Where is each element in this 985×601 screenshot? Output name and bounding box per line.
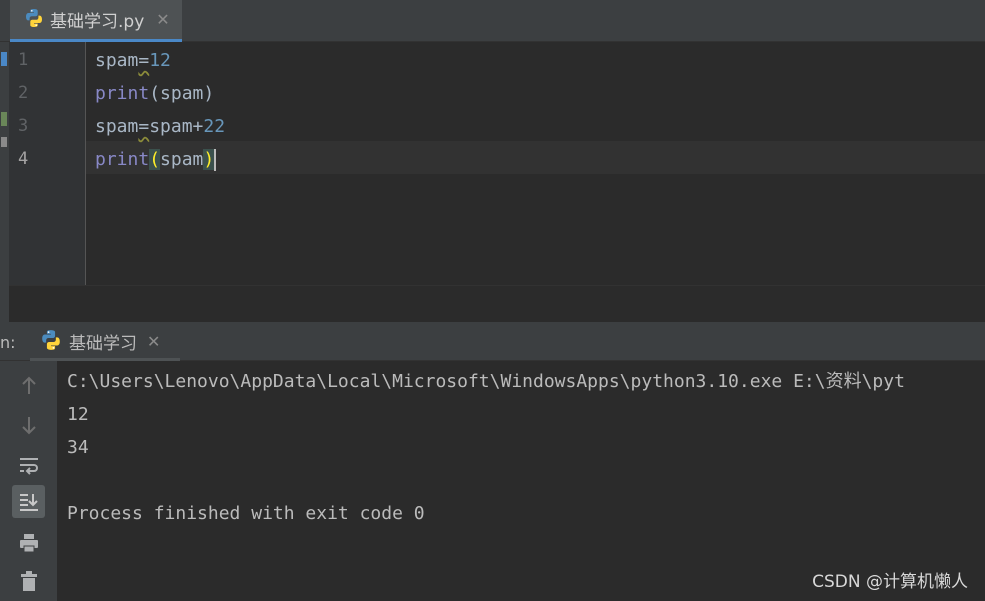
code-line[interactable]: spam=12 <box>95 44 171 77</box>
code-token: print <box>95 83 150 104</box>
soft-wrap-icon[interactable] <box>12 448 45 481</box>
run-window-title: n: <box>0 333 16 352</box>
code-token: ( <box>149 83 161 104</box>
editor-tab-bar: 基础学习.py ✕ <box>0 0 985 42</box>
scroll-to-end-icon[interactable] <box>12 485 45 518</box>
code-token: ) <box>203 149 215 170</box>
code-token: spam <box>95 50 139 71</box>
fold-marker[interactable] <box>1 137 7 147</box>
console-line: C:\Users\Lenovo\AppData\Local\Microsoft\… <box>67 371 905 392</box>
left-tool-strip <box>0 42 9 322</box>
code-line[interactable]: print(spam) <box>95 77 214 110</box>
code-token: = <box>138 50 150 71</box>
line-number-current: 4 <box>18 149 29 169</box>
code-token: print <box>95 149 150 170</box>
line-number: 3 <box>18 116 29 136</box>
tab-run-config[interactable]: 基础学习 ✕ <box>30 325 180 361</box>
code-line[interactable]: spam=spam+22 <box>95 110 225 143</box>
trash-icon[interactable] <box>12 564 45 597</box>
code-token: ( <box>149 149 161 170</box>
tab-file-label: 基础学习.py <box>50 12 145 32</box>
up-arrow-icon[interactable] <box>12 369 45 402</box>
code-token: = <box>138 116 150 137</box>
run-console-output[interactable]: C:\Users\Lenovo\AppData\Local\Microsoft\… <box>57 361 985 601</box>
code-editor[interactable]: 1 2 3 4 spam=12 print(spam) spam=spam+22… <box>9 42 985 285</box>
run-tool-header: n: 基础学习 ✕ <box>0 325 985 361</box>
bookmark-marker[interactable] <box>1 112 7 126</box>
console-line: Process finished with exit code 0 <box>67 503 425 524</box>
current-line-highlight <box>86 141 985 174</box>
code-token: 12 <box>149 50 171 71</box>
line-number: 1 <box>18 50 29 70</box>
python-file-icon <box>24 8 44 32</box>
close-icon[interactable]: ✕ <box>147 332 160 351</box>
tab-file[interactable]: 基础学习.py ✕ <box>10 0 182 42</box>
code-token: spam <box>160 149 204 170</box>
down-arrow-icon[interactable] <box>12 408 45 441</box>
code-token: ) <box>203 83 215 104</box>
run-toolbar <box>0 361 57 601</box>
console-line: 12 <box>67 404 89 425</box>
code-token: spam <box>95 116 139 137</box>
code-token: 22 <box>203 116 226 137</box>
code-token: spam <box>160 83 204 104</box>
watermark: CSDN @计算机懒人 <box>812 572 968 592</box>
close-icon[interactable]: ✕ <box>156 10 169 29</box>
structure-marker[interactable] <box>1 52 7 66</box>
code-token: spam+ <box>149 116 204 137</box>
line-number-gutter: 1 2 3 4 <box>9 42 86 285</box>
run-tab-label: 基础学习 <box>69 334 137 354</box>
text-caret <box>214 149 217 171</box>
editor-empty-area[interactable] <box>9 285 985 322</box>
console-line: 34 <box>67 437 89 458</box>
print-icon[interactable] <box>12 526 45 559</box>
python-file-icon <box>40 329 62 355</box>
line-number: 2 <box>18 83 29 103</box>
code-line[interactable]: print(spam) <box>95 143 217 176</box>
